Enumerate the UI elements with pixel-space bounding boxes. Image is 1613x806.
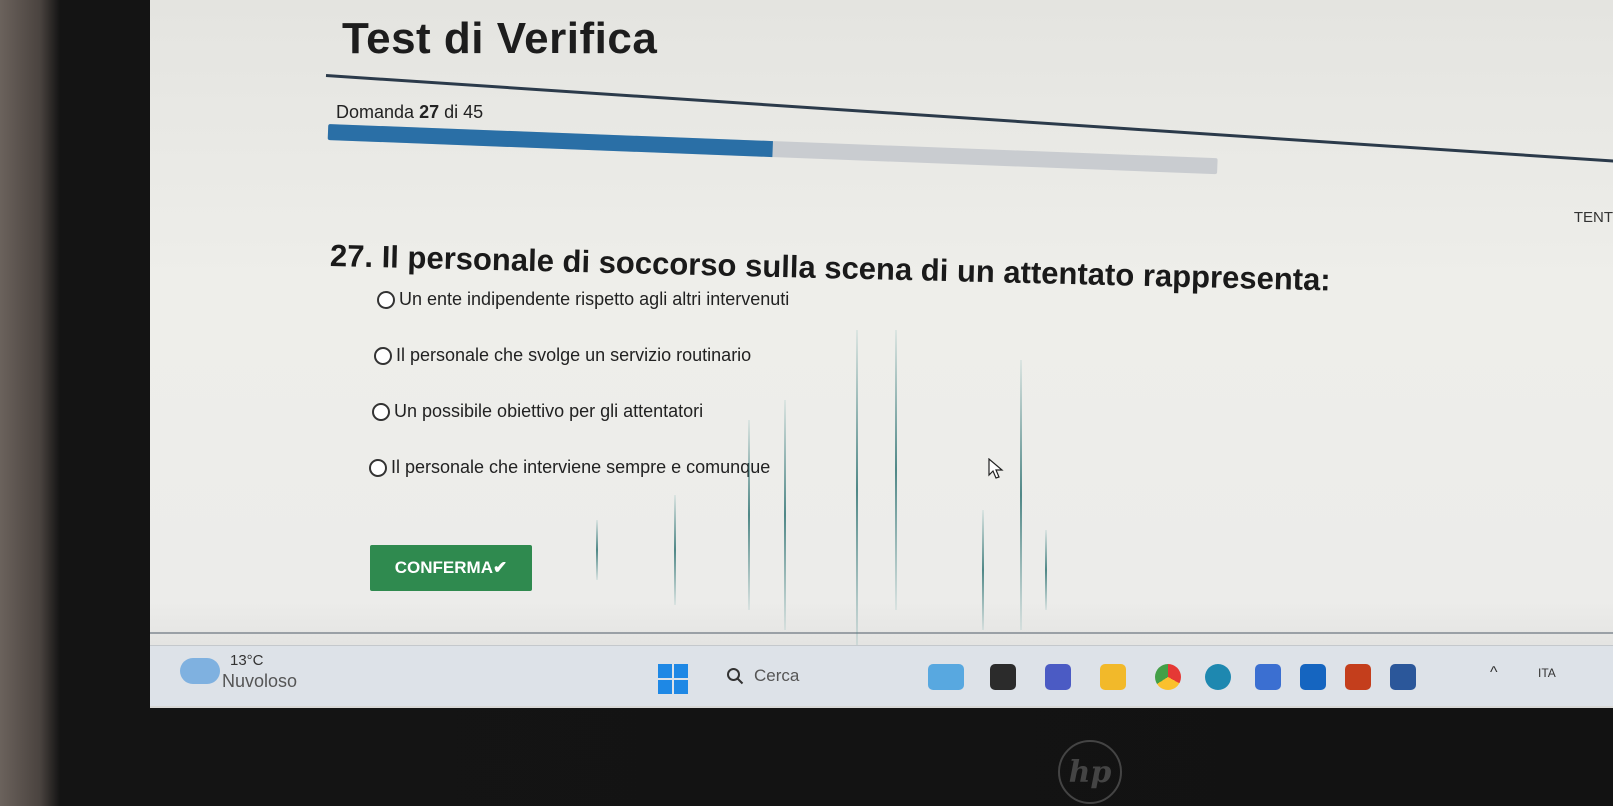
language-indicator[interactable]: ITA: [1538, 666, 1556, 680]
search-icon: [727, 668, 744, 685]
screen-divider: [150, 632, 1613, 634]
chrome-icon[interactable]: [1155, 664, 1181, 690]
radio-button[interactable]: [374, 346, 392, 365]
windows-start-icon[interactable]: [658, 664, 688, 694]
tray-chevron-up-icon[interactable]: ^: [1490, 664, 1498, 682]
mouse-cursor-icon: [988, 458, 1004, 479]
taskbar-search[interactable]: Cerca: [712, 660, 956, 692]
widgets-icon[interactable]: [928, 664, 964, 690]
option-label: Un possibile obiettivo per gli attentato…: [394, 401, 704, 421]
outlook-icon[interactable]: [1300, 664, 1326, 690]
counter-sep: di: [444, 102, 459, 122]
store-icon[interactable]: [1255, 664, 1281, 690]
glitch-line: [784, 400, 786, 630]
counter-prefix: Domanda: [336, 102, 415, 122]
option-3[interactable]: Un possibile obiettivo per gli attentato…: [372, 401, 703, 422]
glitch-line: [1045, 530, 1047, 610]
weather-cloud-icon[interactable]: [180, 658, 220, 684]
glitch-line: [856, 330, 858, 650]
glitch-line: [748, 420, 750, 610]
glitch-line: [1020, 360, 1022, 630]
option-label: Un ente indipendente rispetto agli altri…: [399, 289, 790, 309]
radio-button[interactable]: [377, 290, 395, 309]
glitch-line: [982, 510, 984, 630]
option-4[interactable]: Il personale che interviene sempre e com…: [369, 457, 770, 478]
taskbar: 13°C Nuvoloso Cerca ^ ITA: [150, 645, 1613, 706]
weather-temp[interactable]: 13°C: [230, 652, 264, 669]
search-placeholder: Cerca: [754, 666, 800, 685]
hp-logo-icon: hp: [1058, 740, 1122, 804]
teams-icon[interactable]: [1045, 664, 1071, 690]
powerpoint-icon[interactable]: [1345, 664, 1371, 690]
glitch-line: [895, 330, 897, 610]
question-counter: Domanda 27 di 45: [336, 102, 483, 123]
confirm-button[interactable]: CONFERMA✔: [370, 545, 532, 591]
glitch-line: [596, 520, 598, 580]
option-2[interactable]: Il personale che svolge un servizio rout…: [374, 345, 751, 366]
attempts-label: TENT: [1573, 209, 1613, 226]
progress-bar: [327, 124, 1218, 175]
edge-icon[interactable]: [1205, 664, 1231, 690]
glitch-line: [674, 495, 676, 605]
option-label: Il personale che interviene sempre e com…: [391, 457, 771, 477]
counter-current: 27: [419, 102, 440, 122]
page-title: Test di Verifica: [342, 14, 658, 63]
counter-total: 45: [463, 102, 484, 122]
screen: Test di Verifica Domanda 27 di 45 TENT 2…: [150, 0, 1613, 708]
radio-button[interactable]: [372, 402, 390, 421]
weather-desc[interactable]: Nuvoloso: [222, 671, 297, 692]
progress-fill: [327, 124, 773, 158]
radio-button[interactable]: [369, 458, 387, 477]
option-label: Il personale che svolge un servizio rout…: [396, 345, 752, 365]
option-1[interactable]: Un ente indipendente rispetto agli altri…: [377, 289, 789, 310]
file-explorer-icon[interactable]: [990, 664, 1016, 690]
word-icon[interactable]: [1390, 664, 1416, 690]
folder-icon[interactable]: [1100, 664, 1126, 690]
